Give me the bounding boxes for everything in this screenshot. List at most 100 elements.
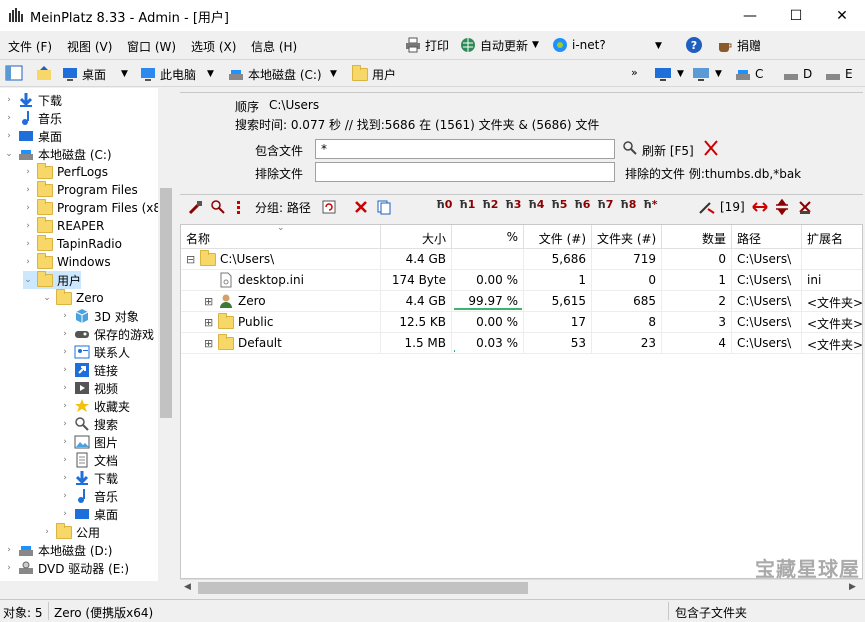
monitor-icon[interactable] [654,66,672,82]
chevron-right-icon[interactable]: › [4,563,14,573]
inet-button[interactable]: i-net? [552,35,606,55]
search-icon[interactable] [210,199,226,215]
level-filter-icon[interactable]: ħ6 [574,198,590,211]
clear-icon[interactable] [797,199,813,215]
group-refresh-icon[interactable] [321,199,337,215]
print-button[interactable]: 打印 [405,35,449,55]
level-filter-icon[interactable]: ħ2 [482,198,498,211]
chevron-down-icon[interactable]: ▼ [121,69,128,79]
tree-item[interactable]: › 联系人 [60,343,130,361]
tree-item[interactable]: › 下载 [60,469,118,487]
level-filter-icon[interactable]: ħ3 [505,198,521,211]
chevron-down-icon[interactable]: ▼ [677,69,684,79]
copy-icon[interactable] [376,199,392,215]
tree-item[interactable]: › 文档 [60,451,118,469]
chevron-right-icon[interactable]: › [42,527,52,537]
panel-toggle-icon[interactable] [5,65,23,81]
level-filter-icon[interactable]: ħ7 [597,198,613,211]
chevron-right-icon[interactable]: › [23,221,33,231]
chevron-down-icon[interactable]: ▼ [655,41,662,51]
tree-item[interactable]: ⌄ 本地磁盘 (C:) [4,145,111,163]
help-button[interactable]: ? [686,35,702,55]
tree-item[interactable]: › 图片 [60,433,118,451]
chevron-right-icon[interactable]: › [60,347,70,357]
drive-c-button[interactable]: C [735,65,763,83]
tree-item[interactable]: › 下载 [4,91,62,109]
level-filter-icon[interactable]: ħ1 [459,198,475,211]
crumb-users[interactable]: 用户 [352,64,396,83]
up-folder-icon[interactable] [36,65,52,81]
auto-update-button[interactable]: 自动更新 ▼ [460,35,539,55]
chevron-right-icon[interactable]: › [60,383,70,393]
tree-item[interactable]: › 视频 [60,379,118,397]
delete-icon[interactable] [353,199,369,215]
chevron-down-icon[interactable]: ▼ [207,69,214,79]
tree-item[interactable]: › 桌面 [4,127,62,145]
stop-icon[interactable] [703,139,719,157]
chevron-right-icon[interactable]: › [60,401,70,411]
tree-item[interactable]: › 保存的游戏 [60,325,154,343]
chevron-right-icon[interactable]: › [60,473,70,483]
chevron-down-icon[interactable]: ▼ [715,69,722,79]
more-chevron-icon[interactable]: » [631,66,638,79]
results-grid[interactable]: 名称 大小% 文件 (#) 文件夹 (#) 数量 路径 扩展名 ⌄ ⊟ C:\Users\ 4.4… [180,224,863,579]
tree-item[interactable]: › Windows [23,252,111,271]
tree-item[interactable]: › 3D 对象 [60,307,139,325]
expand-tree-icon[interactable]: ⊞ [204,316,214,329]
chevron-right-icon[interactable]: › [4,545,14,555]
maximize-button[interactable]: ☐ [773,0,819,31]
column-header-size[interactable]: 大小 [381,225,452,249]
menu-file[interactable]: 文件 (F) [8,38,52,55]
tree-item[interactable]: › 搜索 [60,415,118,433]
scroll-left-icon[interactable]: ◀ [184,582,191,592]
crumb-thispc[interactable]: 此电脑 [140,65,196,83]
chevron-right-icon[interactable]: › [60,365,70,375]
exclude-files-input[interactable] [315,162,615,182]
column-header-count[interactable]: 数量 [662,225,732,249]
chevron-right-icon[interactable]: › [4,95,14,105]
monitor-icon[interactable] [692,66,710,82]
size-filter-icon[interactable] [698,199,716,215]
tree-item[interactable]: › 收藏夹 [60,397,130,415]
chevron-right-icon[interactable]: › [4,131,14,141]
menu-view[interactable]: 视图 (V) [67,38,112,55]
chevron-down-icon[interactable]: ▼ [532,40,539,50]
chevron-right-icon[interactable]: › [23,257,33,267]
tree-item[interactable]: › 链接 [60,361,118,379]
include-files-input[interactable] [315,139,615,159]
collapse-tree-icon[interactable]: ⊟ [186,253,196,266]
tree-item[interactable]: › 本地磁盘 (D:) [4,541,112,559]
chevron-right-icon[interactable]: › [60,329,70,339]
refresh-button[interactable]: 刷新 [F5] [642,142,694,159]
expand-tree-icon[interactable]: ⊞ [204,337,214,350]
chevron-down-icon[interactable]: ⌄ [4,149,14,159]
menu-info[interactable]: 信息 (H) [251,38,297,55]
table-row[interactable]: ⊞ Zero 4.4 GB 99.97 % 5,615 685 2 C:\Users\ <文件夹… [181,291,862,312]
table-row[interactable]: ⊞ Public 12.5 KB 0.00 % 17 8 3 C:\Users\ <文件夹> [181,312,862,333]
grid-scroll-thumb[interactable] [198,582,528,594]
chevron-right-icon[interactable]: › [23,185,33,195]
column-header-path[interactable]: 路径 [732,225,802,249]
donate-button[interactable]: 捐赠 [717,35,761,55]
level-filter-icon[interactable]: ħ8 [620,198,636,211]
table-row[interactable]: ⊞ Default 1.5 MB 0.03 % 53 23 4 C:\Users\ <文件夹> [181,333,862,354]
level-filter-icon[interactable]: ħ4 [528,198,544,211]
drive-d-button[interactable]: D [783,65,812,83]
crumb-localdisk[interactable]: 本地磁盘 (C:) [228,65,322,83]
menu-window[interactable]: 窗口 (W) [127,38,176,55]
chevron-down-icon[interactable]: ⌄ [42,293,52,303]
column-header-ext[interactable]: 扩展名 [802,225,862,249]
tree-item[interactable]: ⌄ 用户 [23,270,82,289]
chevron-right-icon[interactable]: › [60,491,70,501]
scroll-right-icon[interactable]: ▶ [849,582,856,592]
collapse-icon[interactable] [774,199,790,215]
expand-icon[interactable] [752,199,768,215]
tree-item[interactable]: › REAPER [23,216,104,235]
chevron-right-icon[interactable]: › [60,311,70,321]
tree-item[interactable]: › 桌面 [60,505,118,523]
chevron-right-icon[interactable]: › [4,113,14,123]
menu-options[interactable]: 选项 (X) [191,38,236,55]
tree-item[interactable]: › 公用 [42,522,100,541]
table-row[interactable]: desktop.ini 174 Byte 0.00 % 1 0 1 C:\Users\ ini [181,270,862,291]
tree-item[interactable]: › DVD 驱动器 (E:) [4,559,129,577]
